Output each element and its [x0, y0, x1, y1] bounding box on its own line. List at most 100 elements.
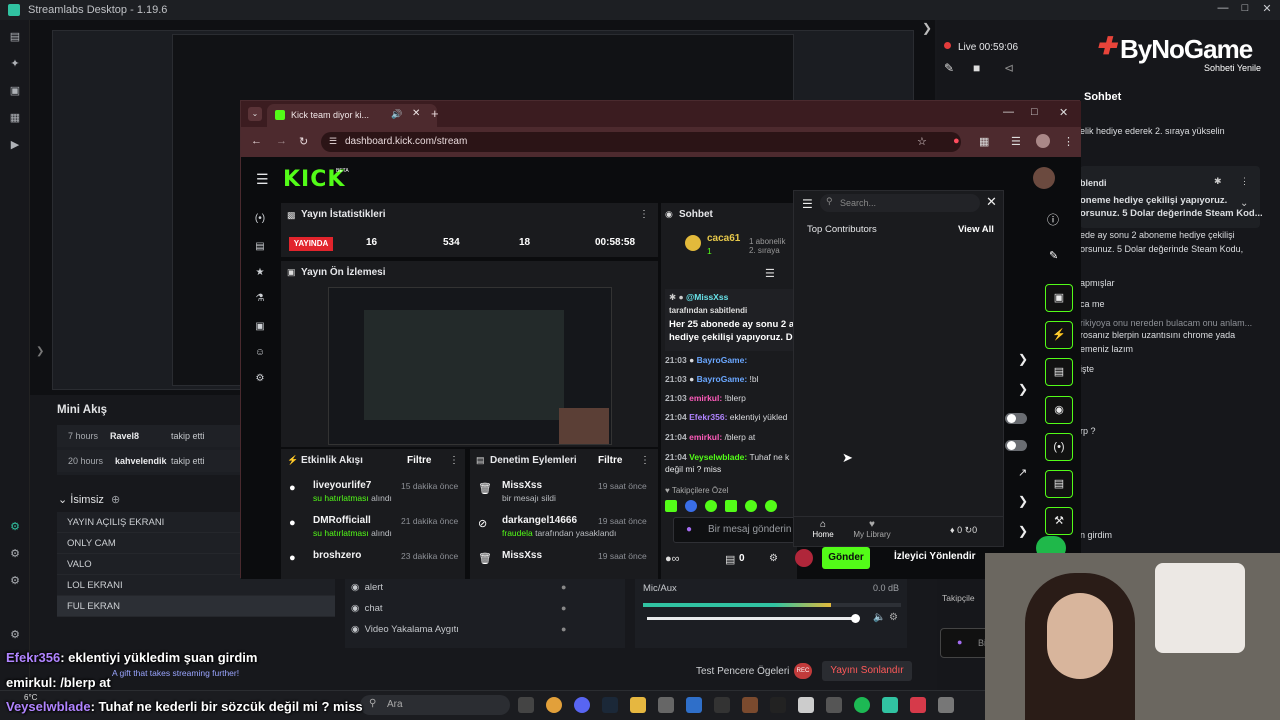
more-icon[interactable]: ⋮: [1240, 176, 1249, 187]
send-button[interactable]: Gönder: [822, 547, 870, 569]
discord-icon[interactable]: [574, 697, 590, 713]
wrench-button[interactable]: ⚒: [1045, 507, 1073, 535]
screenshot-button[interactable]: ▣: [1045, 284, 1073, 312]
view-all-link[interactable]: View All: [958, 224, 994, 235]
extensions-puzzle-icon[interactable]: ▦: [979, 135, 989, 148]
spotify-icon[interactable]: [854, 697, 870, 713]
volume-slider[interactable]: [647, 617, 857, 620]
tab-search-icon[interactable]: ⌄: [248, 107, 262, 121]
end-stream-button[interactable]: Yayını Sonlandır: [822, 661, 912, 681]
play-icon[interactable]: ▶: [8, 138, 22, 152]
app-icon[interactable]: [910, 697, 926, 713]
steam-icon[interactable]: [602, 697, 618, 713]
browser-minimize-button[interactable]: —: [1003, 106, 1014, 118]
scene-item-selected[interactable]: FUL EKRAN: [57, 596, 335, 617]
emote-icon[interactable]: [765, 500, 777, 512]
points-icon[interactable]: ●∞: [665, 553, 680, 565]
chat-filter-icon[interactable]: ☰: [765, 267, 775, 280]
activity-more-icon[interactable]: ⋮: [449, 455, 459, 466]
activity-filter-button[interactable]: Filtre: [407, 455, 431, 466]
moderation-more-icon[interactable]: ⋮: [640, 455, 650, 466]
forward-icon[interactable]: →: [276, 135, 287, 147]
folder-icon[interactable]: [630, 697, 646, 713]
bookmark-star-icon[interactable]: ☆: [917, 135, 927, 148]
themes-icon[interactable]: ✦: [8, 57, 22, 71]
chevron-right-icon[interactable]: ❯: [1018, 352, 1028, 366]
edit-icon[interactable]: ✎: [944, 61, 954, 75]
chat-bubble-button[interactable]: ◉: [1045, 396, 1073, 424]
site-info-icon[interactable]: ☰: [329, 136, 337, 147]
source-item[interactable]: ◉ alert: [351, 582, 383, 593]
editor-icon[interactable]: ▤: [8, 30, 22, 44]
source-item[interactable]: ◉ chat: [351, 603, 383, 614]
collapse-left-icon[interactable]: ❯: [36, 346, 44, 357]
browser-close-button[interactable]: ✕: [1059, 106, 1068, 119]
minimize-button[interactable]: —: [1216, 2, 1230, 16]
popup-search-input[interactable]: ⚲ Search...: [820, 194, 980, 212]
chrome-icon[interactable]: [546, 697, 562, 713]
reload-icon[interactable]: ↻: [299, 135, 308, 148]
new-tab-button[interactable]: +: [431, 106, 439, 121]
tab-close-icon[interactable]: ✕: [412, 108, 420, 119]
library-tab[interactable]: ♥ My Library: [852, 519, 892, 539]
settings-app-icon[interactable]: [938, 697, 954, 713]
popup-close-icon[interactable]: ✕: [986, 194, 997, 210]
app-icon[interactable]: [798, 697, 814, 713]
extension-icon[interactable]: ●: [953, 135, 960, 147]
outlook-icon[interactable]: [686, 697, 702, 713]
share-icon[interactable]: ⊲: [1004, 61, 1014, 75]
kick-settings-icon[interactable]: ⚙: [249, 373, 271, 389]
epic-icon[interactable]: [770, 697, 786, 713]
broadcast-button[interactable]: (•): [1045, 433, 1073, 461]
lock-icon[interactable]: ●: [561, 624, 566, 634]
layout-icon[interactable]: ⚙: [8, 547, 22, 561]
stream-icon[interactable]: (•): [249, 213, 271, 229]
streamlabs-icon[interactable]: [882, 697, 898, 713]
info-icon[interactable]: ⓘ: [1047, 211, 1059, 228]
user-avatar[interactable]: [1033, 167, 1055, 189]
chat-settings-icon[interactable]: ⚙: [769, 553, 778, 564]
toggle-switch[interactable]: [1005, 413, 1027, 424]
trophy-icon[interactable]: ★: [249, 267, 271, 283]
right-chat-input[interactable]: ● Bi: [940, 628, 990, 658]
emote-icon[interactable]: [705, 500, 717, 512]
browser-tab[interactable]: Kick team diyor ki... 🔊 ✕: [267, 104, 437, 127]
chevron-right-icon[interactable]: ❯: [1018, 524, 1028, 538]
app-icon[interactable]: [826, 697, 842, 713]
widget-icon[interactable]: ■: [973, 61, 980, 75]
settings-gear-icon[interactable]: ⚙: [8, 574, 22, 588]
close-window-button[interactable]: ✕: [1260, 2, 1274, 16]
analytics-icon[interactable]: ▤: [249, 241, 271, 257]
media-control-icon[interactable]: ☰: [1011, 135, 1021, 148]
tab-audio-icon[interactable]: 🔊: [391, 109, 402, 120]
browser-menu-icon[interactable]: ⋮: [1063, 135, 1074, 148]
home-tab[interactable]: ⌂ Home: [810, 519, 836, 539]
store-icon[interactable]: ▣: [8, 84, 22, 98]
lightning-button[interactable]: ⚡: [1045, 321, 1073, 349]
mute-icon[interactable]: 🔈: [873, 612, 885, 623]
back-icon[interactable]: ←: [251, 135, 262, 147]
pin-icon[interactable]: ✱: [1214, 176, 1222, 187]
hamburger-menu-icon[interactable]: ☰: [256, 171, 269, 188]
browser-maximize-button[interactable]: □: [1031, 106, 1038, 118]
app-icon[interactable]: [742, 697, 758, 713]
emote-icon[interactable]: [745, 500, 757, 512]
gift-icon[interactable]: ▤: [725, 553, 735, 566]
add-scene-icon[interactable]: ⊕: [111, 494, 120, 506]
maximize-button[interactable]: □: [1238, 2, 1252, 16]
edit-icon[interactable]: ✎: [1049, 249, 1058, 262]
source-item[interactable]: ◉ Video Yakalama Aygıtı: [351, 624, 459, 635]
emote-icon[interactable]: [725, 500, 737, 512]
scene-collection-header[interactable]: ⌄ İsimsiz ⊕: [58, 493, 120, 506]
dashboard-icon[interactable]: ▦: [8, 111, 22, 125]
stats-more-icon[interactable]: ⋮: [639, 209, 649, 220]
popup-menu-icon[interactable]: ☰: [802, 197, 813, 211]
chevron-down-icon[interactable]: ⌄: [1240, 198, 1248, 209]
url-input[interactable]: ☰ dashboard.kick.com/stream ☆: [321, 132, 961, 152]
viewer-redirect-button[interactable]: İzleyici Yönlendir: [894, 551, 976, 562]
lock-icon[interactable]: ●: [561, 603, 566, 613]
moderation-icon[interactable]: ⚗: [249, 293, 271, 309]
layout-button[interactable]: ▤: [1045, 470, 1073, 498]
users-icon[interactable]: ☺: [249, 347, 271, 363]
camera-icon[interactable]: ▣: [249, 321, 271, 337]
